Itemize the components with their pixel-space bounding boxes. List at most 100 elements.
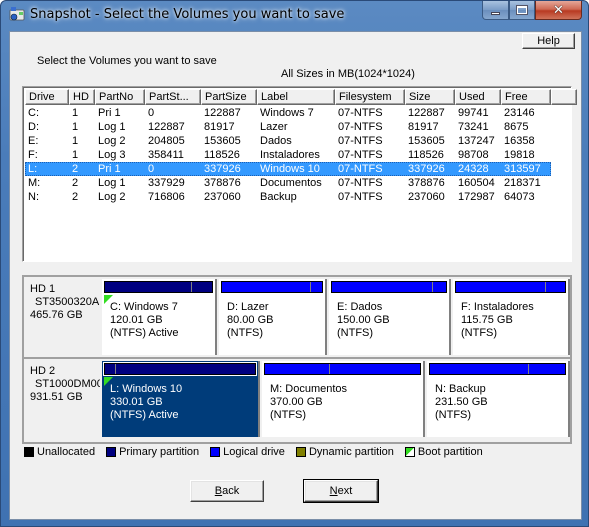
maximize-button[interactable] (509, 1, 535, 20)
cell-partstart: 337929 (148, 177, 185, 189)
cell-free: 19818 (504, 149, 535, 161)
legend-item: Primary partition (106, 446, 199, 458)
instruction-text: Select the Volumes you want to save (37, 55, 217, 67)
partition-fs: (NTFS) (337, 327, 374, 339)
cell-hd: 1 (72, 149, 79, 161)
partition-fs: (NTFS) (227, 327, 264, 339)
cell-partno: Log 1 (98, 121, 126, 133)
volume-row[interactable]: M: 2 Log 1 337929 378876 Documentos 07-NTFS 378… (25, 176, 551, 190)
cell-fs: 07-NTFS (338, 107, 383, 119)
cell-drive: L: (28, 163, 38, 175)
legend: Unallocated Primary partition Logical driv… (24, 446, 494, 458)
partition-size: 80.00 GB (227, 314, 274, 326)
partition-text: C: Windows 7 120.01 GB (NTFS) Active (110, 301, 178, 340)
cell-used: 73241 (458, 121, 489, 133)
cell-partno: Pri 1 (98, 107, 121, 119)
column-header-hd[interactable]: HD (69, 89, 95, 105)
disk-model: ST3500320A (35, 296, 100, 308)
minimize-icon (491, 11, 500, 15)
legend-label: Unallocated (37, 446, 96, 458)
partition-text: D: Lazer 80.00 GB (NTFS) (227, 301, 273, 340)
partition-text: L: Windows 10 330.01 GB (NTFS) Active (110, 383, 182, 422)
column-header-size[interactable]: Size (405, 89, 455, 105)
volume-row[interactable]: D: 1 Log 1 122887 81917 Lazer 07-NTFS 81917 7324… (25, 120, 551, 134)
next-button[interactable]: Next (303, 479, 379, 503)
volume-row[interactable]: F: 1 Log 3 358411 118526 Instaladores 07-NTFS 1… (25, 148, 551, 162)
partition-block[interactable]: C: Windows 7 120.01 GB (NTFS) Active (102, 279, 217, 355)
cell-size: 153605 (408, 135, 445, 147)
cell-drive: F: (28, 149, 38, 161)
column-header-partno[interactable]: PartNo (95, 89, 145, 105)
cell-size: 378876 (408, 177, 445, 189)
partition-block[interactable]: M: Documentos 370.00 GB (NTFS) (262, 361, 425, 437)
volume-row[interactable]: N: 2 Log 2 716806 237060 Backup 07-NTFS 237060 1… (25, 190, 551, 204)
partition-block[interactable]: F: Instaladores 115.75 GB (NTFS) (453, 279, 570, 355)
partition-size: 115.75 GB (461, 314, 513, 326)
cell-hd: 1 (72, 121, 79, 133)
partition-text: M: Documentos 370.00 GB (NTFS) (270, 383, 347, 422)
cell-partstart: 0 (148, 107, 155, 119)
column-header-partsize[interactable]: PartSize (201, 89, 257, 105)
partition-title: D: Lazer (227, 301, 269, 313)
partition-size: 231.50 GB (435, 396, 488, 408)
column-header-used[interactable]: Used (455, 89, 501, 105)
close-icon: ✕ (553, 2, 564, 17)
cell-size: 337926 (408, 163, 445, 175)
column-header-filesystem[interactable]: Filesystem (335, 89, 405, 105)
cell-fs: 07-NTFS (338, 149, 383, 161)
column-header-label[interactable]: Label (257, 89, 335, 105)
cell-partsize: 118526 (204, 149, 240, 161)
partition-size: 150.00 GB (337, 314, 390, 326)
cell-partsize: 237060 (204, 191, 241, 203)
column-header-drive[interactable]: Drive (25, 89, 69, 105)
cell-used: 24328 (458, 163, 489, 175)
cell-partsize: 81917 (204, 121, 235, 133)
cell-partno: Log 1 (98, 177, 126, 189)
cell-drive: M: (28, 177, 41, 189)
sizes-note: All Sizes in MB(1024*1024) (281, 68, 415, 80)
cell-fs: 07-NTFS (338, 121, 383, 133)
partition-title: F: Instaladores (461, 301, 534, 313)
cell-label: Dados (260, 135, 292, 147)
list-body: C: 1 Pri 1 0 122887 Windows 7 07-NTFS 122887 997… (25, 106, 551, 204)
column-header-filler[interactable] (551, 89, 577, 105)
cell-used: 160504 (458, 177, 495, 189)
cell-hd: 1 (72, 107, 79, 119)
cell-partstart: 0 (148, 163, 155, 175)
list-header: Drive HD PartNo PartSt... PartSize Label Files… (25, 89, 577, 105)
cell-hd: 1 (72, 135, 79, 147)
disk-capacity: 931.51 GB (30, 391, 83, 403)
legend-label: Logical drive (223, 446, 285, 458)
partition-fs: (NTFS) Active (110, 327, 179, 339)
volume-row[interactable]: L: 2 Pri 1 0 337926 Windows 10 07-NTFS 337926 24… (25, 162, 551, 176)
cell-partno: Log 2 (98, 191, 126, 203)
partition-block[interactable]: N: Backup 231.50 GB (NTFS) (427, 361, 570, 437)
column-header-partst[interactable]: PartSt... (145, 89, 201, 105)
cell-size: 118526 (408, 149, 444, 161)
cell-partsize: 153605 (204, 135, 241, 147)
partition-used-fill (105, 364, 116, 374)
partition-block[interactable]: D: Lazer 80.00 GB (NTFS) (219, 279, 327, 355)
volume-row[interactable]: C: 1 Pri 1 0 122887 Windows 7 07-NTFS 122887 997… (25, 106, 551, 120)
primary-swatch-icon (106, 447, 117, 457)
partition-block[interactable]: E: Dados 150.00 GB (NTFS) (329, 279, 451, 355)
cell-partno: Log 2 (98, 135, 126, 147)
partition-block[interactable]: L: Windows 10 330.01 GB (NTFS) Active (102, 361, 260, 437)
cell-fs: 07-NTFS (338, 177, 383, 189)
title-bar[interactable]: Snapshot - Select the Volumes you want t… (1, 1, 588, 31)
back-button[interactable]: Back (190, 480, 264, 502)
cell-fs: 07-NTFS (338, 191, 383, 203)
disk-row: HD 2ST1000DM003931.51 GB L: Windows 10330… (24, 359, 570, 439)
close-button[interactable]: ✕ (535, 1, 582, 20)
volume-row[interactable]: E: 1 Log 2 204805 153605 Dados 07-NTFS 153605 13… (25, 134, 551, 148)
cell-free: 16358 (504, 135, 535, 147)
minimize-button[interactable] (482, 1, 509, 20)
partition-usage-bar (263, 362, 422, 376)
next-label: ext (337, 485, 353, 497)
disk-map: HD 1 ST3500320A 465.76 GB C: Windows 7 120.0… (22, 275, 572, 444)
help-button[interactable]: Help (522, 33, 575, 49)
partition-size: 330.01 GB (110, 396, 163, 408)
volumes-list[interactable]: Drive HD PartNo PartSt... PartSize Label Files… (22, 86, 577, 262)
cell-partno: Pri 1 (98, 163, 121, 175)
column-header-free[interactable]: Free (501, 89, 551, 105)
